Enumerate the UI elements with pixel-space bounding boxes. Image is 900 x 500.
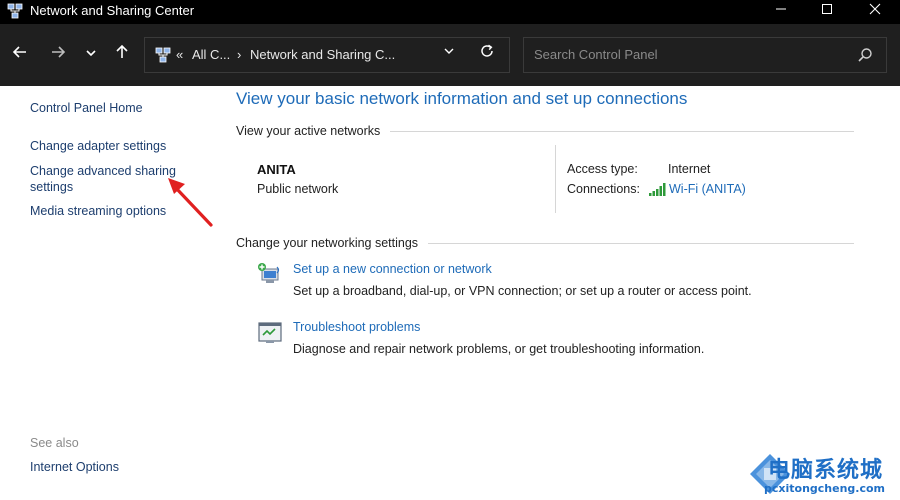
recent-locations-button[interactable]	[79, 42, 103, 68]
watermark: 电脑系统城 pcxitongcheng.com	[748, 448, 900, 500]
breadcrumb-all-control-panel[interactable]: All C...	[192, 47, 230, 62]
search-icon[interactable]	[856, 46, 874, 64]
new-connection-icon	[258, 263, 280, 283]
sidebar-item-change-adapter-settings[interactable]: Change adapter settings	[30, 138, 166, 154]
search-placeholder[interactable]: Search Control Panel	[534, 47, 658, 62]
network-center-icon	[7, 3, 23, 19]
title-bar: Network and Sharing Center	[0, 0, 900, 24]
breadcrumb-separator[interactable]: ›	[237, 47, 241, 62]
active-networks-label: View your active networks	[236, 124, 381, 138]
back-button[interactable]	[8, 42, 32, 68]
sidebar-item-change-advanced-sharing[interactable]: Change advanced sharing	[30, 163, 176, 179]
sidebar-item-media-streaming-options[interactable]: Media streaming options	[30, 203, 166, 219]
up-button[interactable]	[110, 42, 134, 68]
change-settings-label: Change your networking settings	[236, 236, 419, 250]
refresh-button[interactable]	[479, 43, 495, 64]
connections-label: Connections:	[567, 182, 640, 196]
forward-button[interactable]	[46, 42, 70, 68]
up-arrow-icon	[116, 44, 128, 58]
search-box[interactable]: Search Control Panel	[523, 37, 887, 73]
chevron-down-icon	[444, 48, 454, 54]
annotation-arrow-icon	[168, 178, 213, 227]
watermark-text: 电脑系统城	[768, 458, 884, 483]
see-also-label: See also	[30, 436, 79, 450]
maximize-icon	[822, 4, 832, 14]
back-arrow-icon	[12, 46, 26, 58]
sidebar-item-change-advanced-sharing-line2[interactable]: settings	[30, 179, 73, 195]
maximize-button[interactable]	[804, 0, 850, 24]
section-divider	[428, 243, 854, 244]
window-title: Network and Sharing Center	[30, 3, 195, 18]
chevron-down-icon	[86, 50, 96, 57]
network-info-separator	[555, 145, 556, 213]
page-heading: View your basic network information and …	[236, 89, 688, 108]
access-type-label: Access type:	[567, 162, 638, 176]
address-bar[interactable]: « All C... › Network and Sharing C...	[144, 37, 510, 73]
troubleshoot-link[interactable]: Troubleshoot problems	[293, 320, 420, 334]
close-icon	[869, 3, 881, 15]
breadcrumb-overflow[interactable]: «	[176, 47, 183, 62]
forward-arrow-icon	[52, 46, 66, 58]
troubleshoot-icon	[258, 322, 282, 343]
wifi-connection-link[interactable]: Wi-Fi (ANITA)	[669, 182, 746, 196]
navigation-bar: « All C... › Network and Sharing C... Se…	[0, 24, 900, 86]
network-name: ANITA	[257, 162, 296, 177]
address-dropdown-button[interactable]	[442, 44, 456, 61]
control-panel-icon	[155, 47, 171, 63]
section-divider	[390, 131, 854, 132]
breadcrumb-network-sharing[interactable]: Network and Sharing C...	[250, 47, 395, 62]
wifi-signal-icon	[649, 183, 666, 196]
setup-connection-description: Set up a broadband, dial-up, or VPN conn…	[293, 284, 752, 298]
see-also-internet-options[interactable]: Internet Options	[30, 459, 119, 475]
network-category: Public network	[257, 182, 339, 196]
watermark-url: pcxitongcheng.com	[764, 482, 886, 495]
setup-connection-link[interactable]: Set up a new connection or network	[293, 262, 492, 276]
minimize-icon	[776, 8, 786, 10]
refresh-icon	[481, 44, 493, 57]
sidebar-item-control-panel-home[interactable]: Control Panel Home	[30, 100, 143, 116]
minimize-button[interactable]	[758, 0, 804, 24]
troubleshoot-description: Diagnose and repair network problems, or…	[293, 342, 705, 356]
access-type-value: Internet	[668, 162, 711, 176]
close-button[interactable]	[852, 0, 898, 24]
